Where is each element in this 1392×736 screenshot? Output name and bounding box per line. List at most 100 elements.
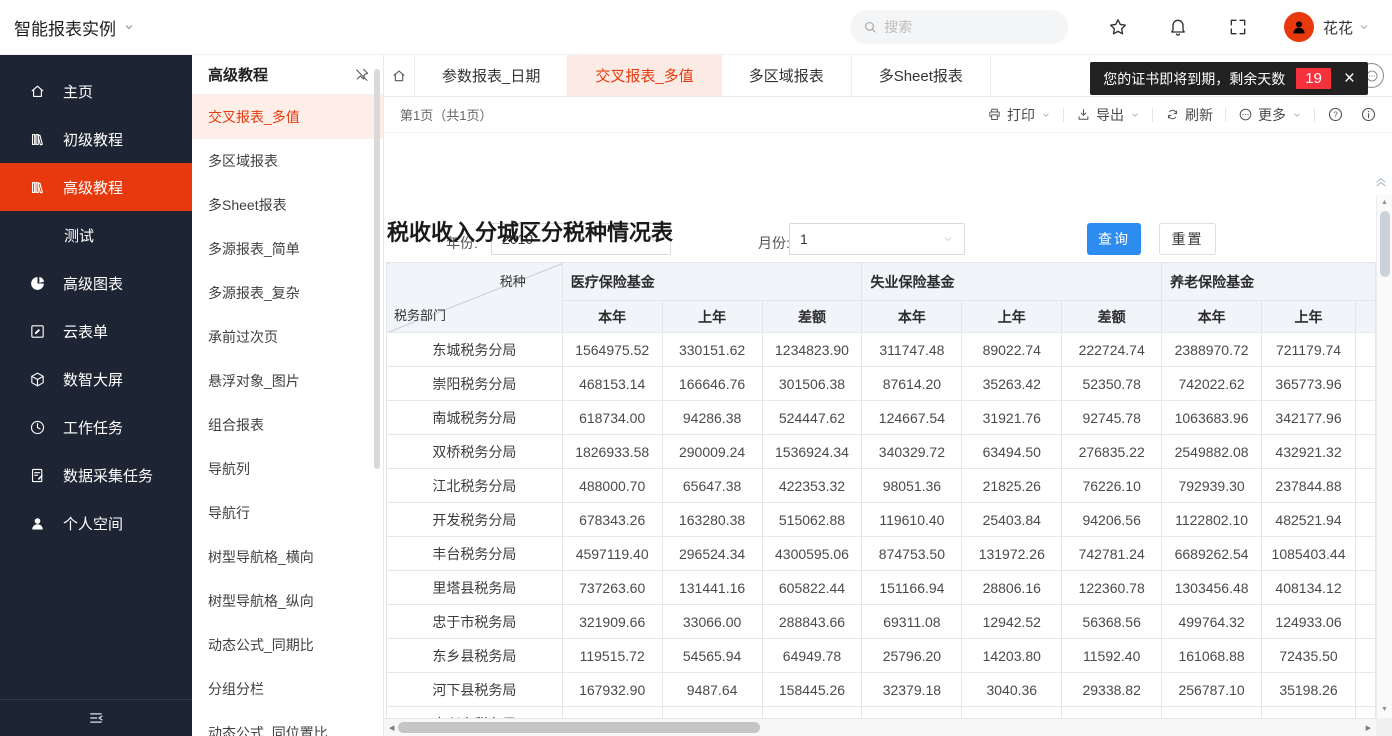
value-cell: 330151.62 <box>661 332 763 367</box>
value-cell: 158445.26 <box>761 672 863 707</box>
column-subheader: 本年 <box>861 300 963 333</box>
column-group-header: 医疗保险基金 <box>561 262 863 301</box>
scroll-up-arrow[interactable]: ▲ <box>1377 199 1392 206</box>
close-icon[interactable]: × <box>1344 69 1355 88</box>
reset-button[interactable]: 重置 <box>1159 223 1216 255</box>
report-table-container: 税种 税务部门 医疗保险基金 失业保险基金 养老保险基金 本年 上年 差额 本年 上年 差额 本年 上年… <box>386 262 1376 718</box>
tab-home-button[interactable] <box>384 55 415 96</box>
vertical-scrollbar-thumb[interactable] <box>1380 211 1390 277</box>
table-row: 丰台税务分局 4597119.40 296524.34 4300595.06 87475… <box>386 536 1376 571</box>
person-icon <box>1290 18 1308 36</box>
printer-icon <box>987 107 1002 122</box>
sidebar-item-advanced-tutorial[interactable]: 高级教程 <box>0 163 192 211</box>
horizontal-scrollbar[interactable]: ◀ ▶ <box>384 718 1376 736</box>
more-button[interactable]: 更多 <box>1238 105 1302 125</box>
export-button[interactable]: 导出 <box>1076 105 1140 125</box>
print-button[interactable]: 打印 <box>987 105 1051 125</box>
search-input[interactable] <box>884 19 1055 35</box>
sidebar-item-work-tasks[interactable]: 工作任务 <box>0 403 192 451</box>
topbar-actions: 花花 <box>849 10 1370 44</box>
value-cell: 52350.78 <box>1061 366 1163 401</box>
value-cell: 1063683.96 <box>1161 400 1263 435</box>
dept-name-cell: 忠于市税务局 <box>386 604 563 639</box>
notification-bell-icon[interactable] <box>1168 17 1188 37</box>
sidebar-item-cloud-forms[interactable]: 云表单 <box>0 307 192 355</box>
subsidebar-item-6[interactable]: 悬浮对象_图片 <box>192 359 383 403</box>
avatar[interactable] <box>1283 12 1314 42</box>
pie-icon <box>29 275 46 292</box>
help-icon[interactable]: ? <box>1327 106 1344 123</box>
subsidebar-item-1[interactable]: 多区域报表 <box>192 139 383 183</box>
value-cell: 89022.74 <box>961 332 1063 367</box>
subsidebar-item-8[interactable]: 导航列 <box>192 447 383 491</box>
report-table: 税种 税务部门 医疗保险基金 失业保险基金 养老保险基金 本年 上年 差额 本年 上年 差额 本年 上年… <box>386 262 1376 718</box>
info-icon[interactable] <box>1360 106 1377 123</box>
scroll-to-top-icon[interactable] <box>1373 173 1389 189</box>
value-cell: 1122802.10 <box>1161 502 1263 537</box>
horizontal-scrollbar-thumb[interactable] <box>398 722 760 733</box>
sidebar: 主页 初级教程 高级教程 测试 高级图表 云表单 数智大屏 工作任务 数据采集任务 个人空间 <box>0 55 192 736</box>
value-cell: 276835.22 <box>1061 434 1163 469</box>
sidebar-item-advanced-charts[interactable]: 高级图表 <box>0 259 192 307</box>
value-cell: 742022.62 <box>1161 366 1263 401</box>
sidebar-item-personal-space[interactable]: 个人空间 <box>0 499 192 547</box>
query-button[interactable]: 查询 <box>1087 223 1141 255</box>
sidebar-item-basic-tutorial[interactable]: 初级教程 <box>0 115 192 163</box>
refresh-label: 刷新 <box>1185 106 1213 123</box>
subsidebar-scrollbar[interactable] <box>374 69 380 469</box>
sidebar-item-home[interactable]: 主页 <box>0 67 192 115</box>
tab-3[interactable]: 多Sheet报表 <box>852 55 991 96</box>
app-title: 智能报表实例 <box>14 19 116 39</box>
tab-0[interactable]: 参数报表_日期 <box>415 55 569 96</box>
favorite-star-icon[interactable] <box>1108 17 1128 37</box>
sidebar-item-test[interactable]: 测试 <box>0 211 192 259</box>
subsidebar-item-3[interactable]: 多源报表_简单 <box>192 227 383 271</box>
subsidebar-item-7[interactable]: 组合报表 <box>192 403 383 447</box>
search-box[interactable] <box>849 10 1068 44</box>
collapse-sidebar-icon[interactable] <box>87 709 105 727</box>
vertical-scrollbar[interactable]: ▲ ▼ <box>1376 195 1392 718</box>
subsidebar-item-14[interactable]: 动态公式_同位置比 <box>192 711 383 736</box>
subsidebar-item-10[interactable]: 树型导航格_横向 <box>192 535 383 579</box>
export-label: 导出 <box>1096 106 1124 123</box>
value-cell-clipped <box>1354 434 1376 469</box>
scroll-right-arrow[interactable]: ▶ <box>1366 719 1371 736</box>
table-row: 东城税务分局 1564975.52 330151.62 1234823.90 31174… <box>386 332 1376 367</box>
toolbar-divider <box>1152 107 1153 122</box>
subsidebar-item-12[interactable]: 动态公式_同期比 <box>192 623 383 667</box>
subsidebar-item-2[interactable]: 多Sheet报表 <box>192 183 383 227</box>
value-cell: 124667.54 <box>861 400 963 435</box>
scroll-left-arrow[interactable]: ◀ <box>389 719 394 736</box>
value-cell: 1085403.44 <box>1261 536 1356 571</box>
chevron-down-icon[interactable] <box>1358 21 1370 33</box>
subsidebar-item-4[interactable]: 多源报表_复杂 <box>192 271 383 315</box>
value-cell: 365773.96 <box>1261 366 1356 401</box>
value-cell: 482521.94 <box>1261 502 1356 537</box>
books-icon <box>29 131 46 148</box>
value-cell: 237844.88 <box>1261 468 1356 503</box>
value-cell: 21825.26 <box>961 468 1063 503</box>
days-remaining-badge: 19 <box>1296 68 1331 89</box>
fullscreen-icon[interactable] <box>1228 17 1248 37</box>
subsidebar-item-9[interactable]: 导航行 <box>192 491 383 535</box>
search-icon <box>863 19 877 35</box>
subsidebar-item-13[interactable]: 分组分栏 <box>192 667 383 711</box>
tab-1[interactable]: 交叉报表_多值 <box>568 55 722 96</box>
subsidebar-item-0[interactable]: 交叉报表_多值 <box>192 95 383 139</box>
subsidebar-item-11[interactable]: 树型导航格_纵向 <box>192 579 383 623</box>
topbar: 智能报表实例 花花 <box>0 0 1392 55</box>
subsidebar-item-5[interactable]: 承前过次页 <box>192 315 383 359</box>
sidebar-item-data-collection-tasks[interactable]: 数据采集任务 <box>0 451 192 499</box>
table-row: 东乡县税务局 119515.72 54565.94 64949.78 25796.20 1… <box>386 638 1376 673</box>
unpin-icon[interactable] <box>354 67 370 83</box>
scroll-down-arrow[interactable]: ▼ <box>1377 706 1392 713</box>
value-cell: 56368.56 <box>1061 604 1163 639</box>
sidebar-item-smart-screen[interactable]: 数智大屏 <box>0 355 192 403</box>
user-name[interactable]: 花花 <box>1323 17 1353 38</box>
value-cell: 256787.10 <box>1161 672 1263 707</box>
app-title-menu[interactable]: 智能报表实例 <box>14 15 135 40</box>
month-select[interactable]: 1 <box>789 223 965 255</box>
value-cell: 499764.32 <box>1161 604 1263 639</box>
refresh-button[interactable]: 刷新 <box>1165 105 1213 125</box>
tab-2[interactable]: 多区域报表 <box>722 55 852 96</box>
